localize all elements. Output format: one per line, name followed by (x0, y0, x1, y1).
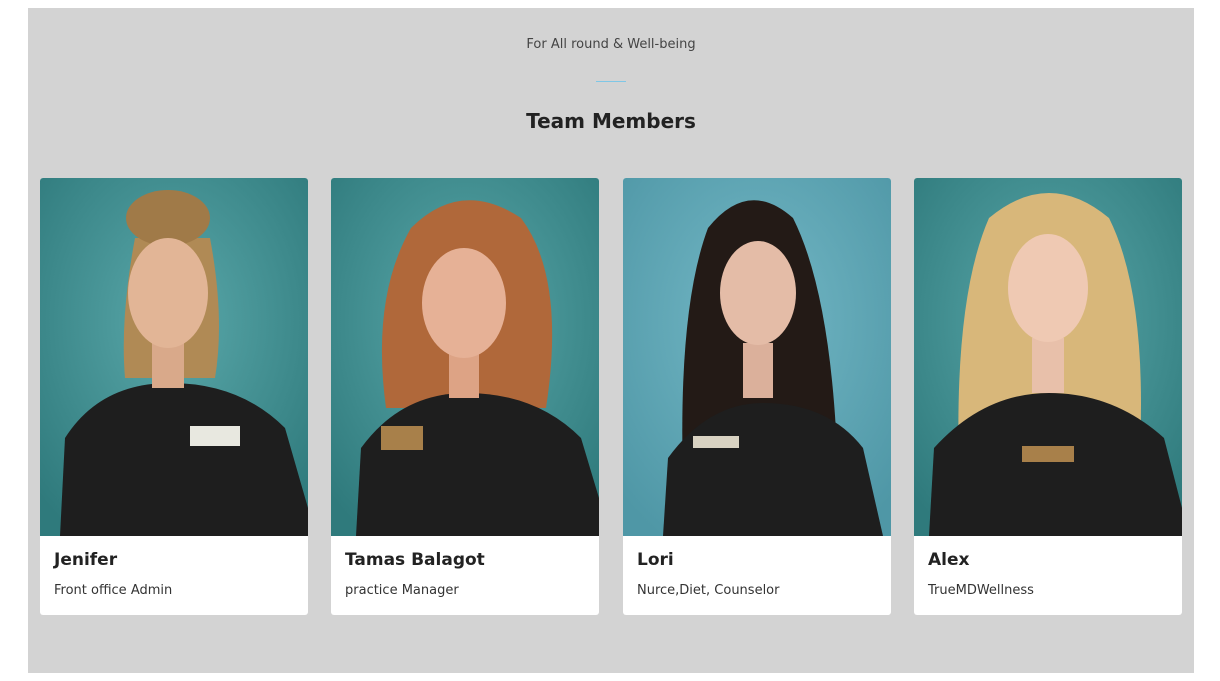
member-role: TrueMDWellness (928, 583, 1034, 598)
member-photo (40, 178, 308, 536)
team-member-card[interactable]: Alex TrueMDWellness (914, 178, 1182, 615)
member-photo (331, 178, 599, 536)
member-photo (914, 178, 1182, 536)
team-section: For All round & Well-being Team Members (28, 8, 1194, 673)
member-role: Nurce,Diet, Counselor (637, 583, 780, 598)
member-role: Front office Admin (54, 583, 173, 598)
member-photo (623, 178, 891, 536)
member-role: practice Manager (345, 583, 459, 598)
member-name: Tamas Balagot (345, 550, 485, 570)
member-name: Lori (637, 550, 674, 570)
team-member-card[interactable]: Lori Nurce,Diet, Counselor (623, 178, 891, 615)
member-name: Jenifer (54, 550, 118, 570)
section-heading: Team Members (526, 109, 696, 133)
team-member-card[interactable]: Jenifer Front office Admin (40, 178, 308, 615)
member-name: Alex (928, 550, 970, 570)
section-subtitle: For All round & Well-being (526, 37, 696, 52)
section-divider (596, 81, 626, 82)
team-member-card[interactable]: Tamas Balagot practice Manager (331, 178, 599, 615)
